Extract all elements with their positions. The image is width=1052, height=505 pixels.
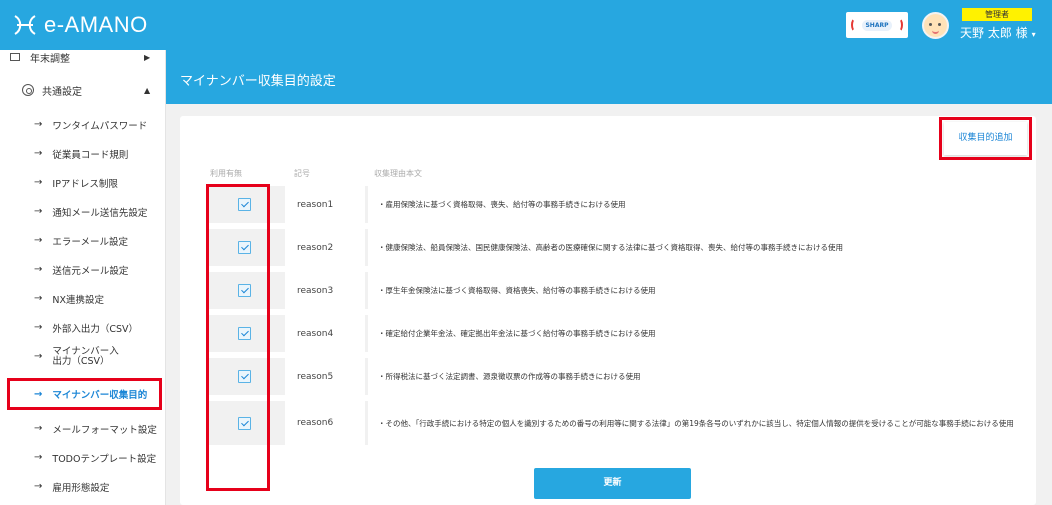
gear-icon	[22, 84, 34, 96]
sidebar-item-mynumber-purpose[interactable]: → マイナンバー収集目的	[7, 378, 162, 410]
sidebar-item-label: 共通設定	[42, 86, 82, 98]
badge-label: SHARP	[862, 19, 892, 31]
arrow-right-icon: →	[34, 206, 43, 217]
sidebar-item-label: 従業員コード規則	[52, 149, 129, 161]
logo-icon	[14, 15, 36, 35]
arrow-right-icon: →	[34, 148, 43, 159]
reason-code: reason5	[285, 358, 365, 395]
sidebar-item-notify-mail[interactable]: → 通知メール送信先設定	[0, 197, 165, 226]
table-row: reason6 ・その他、「行政手続における特定の個人を識別するための番号の利用…	[207, 401, 1027, 445]
sidebar-item-external-io[interactable]: → 外部入出力（CSV）	[0, 313, 165, 342]
sidebar-item-mynumber-io[interactable]: → マイナンバー入出力（CSV）	[0, 342, 165, 371]
table-row: reason2 ・健康保険法、船員保険法、国民健康保険法、高齢者の医療確保に関す…	[207, 229, 1027, 266]
reason-text: ・確定給付企業年金法、確定拠出年金法に基づく給付等の事務手続きにおける使用	[368, 315, 1027, 352]
column-header-code: 記号	[294, 169, 310, 178]
sidebar-item-employee-code[interactable]: → 従業員コード規則	[0, 139, 165, 168]
arrow-right-icon: →	[34, 423, 43, 434]
reason-code: reason3	[285, 272, 365, 309]
reason-code: reason4	[285, 315, 365, 352]
column-header-use: 利用有無	[210, 169, 242, 178]
sidebar-item-todo-template[interactable]: → TODOテンプレート設定	[0, 443, 165, 472]
reason-text: ・厚生年金保険法に基づく資格取得、資格喪失、給付等の事務手続きにおける使用	[368, 272, 1027, 309]
arrow-right-icon: →	[34, 293, 43, 304]
user-name: 天野 太郎 様	[960, 26, 1028, 40]
sidebar-item-employment-type[interactable]: → 雇用形態設定	[0, 472, 165, 501]
sidebar-item-error-mail[interactable]: → エラーメール設定	[0, 226, 165, 255]
sidebar-item-label: 雇用形態設定	[52, 482, 110, 494]
sidebar-item-year-end[interactable]: 年末調整 ▶	[0, 50, 165, 65]
reason-code: reason2	[285, 229, 365, 266]
sidebar-item-label: 送信元メール設定	[52, 265, 129, 277]
page-title-bar: マイナンバー収集目的設定	[166, 50, 1052, 104]
sidebar-item-label: 外部入出力（CSV）	[52, 323, 139, 335]
signal-right-icon	[895, 18, 903, 32]
sidebar-item-label: メールフォーマット設定	[52, 424, 157, 436]
sidebar-item-label: マイナンバー入出力（CSV）	[52, 345, 119, 367]
sidebar-item-label: マイナンバー収集目的	[52, 390, 148, 401]
table-row: reason1 ・雇用保険法に基づく資格取得、喪失、給付等の事務手続きにおける使…	[207, 186, 1027, 223]
signal-left-icon	[851, 18, 859, 32]
calendar-icon	[10, 53, 20, 61]
reason-text: ・雇用保険法に基づく資格取得、喪失、給付等の事務手続きにおける使用	[368, 186, 1027, 223]
reason-code: reason6	[285, 401, 365, 445]
sidebar-item-onetime-password[interactable]: → ワンタイムパスワード	[0, 110, 165, 139]
partner-badge[interactable]: SHARP	[846, 12, 908, 38]
user-menu[interactable]: 天野 太郎 様 ▾	[960, 24, 1036, 41]
page-title: マイナンバー収集目的設定	[180, 74, 336, 89]
reason-code: reason1	[285, 186, 365, 223]
reason-text: ・所得税法に基づく法定調書、源泉徴収票の作成等の事務手続きにおける使用	[368, 358, 1027, 395]
highlight-frame	[939, 117, 1032, 160]
sidebar-item-common-settings[interactable]: 共通設定 ▲	[0, 78, 165, 102]
arrow-right-icon: →	[34, 119, 43, 130]
main-content: マイナンバー収集目的設定 収集目的追加 利用有無 記号 収集理由本文 reaso…	[166, 50, 1052, 505]
sidebar-item-label: IPアドレス制限	[52, 178, 118, 190]
table-row: reason5 ・所得税法に基づく法定調書、源泉徴収票の作成等の事務手続きにおけ…	[207, 358, 1027, 395]
arrow-right-icon: →	[34, 177, 43, 188]
table-row: reason4 ・確定給付企業年金法、確定拠出年金法に基づく給付等の事務手続きに…	[207, 315, 1027, 352]
sidebar-item-mail-format[interactable]: → メールフォーマット設定	[0, 414, 165, 443]
sidebar-item-label: ワンタイムパスワード	[52, 120, 148, 132]
highlight-frame	[206, 184, 270, 491]
arrow-right-icon: →	[34, 481, 43, 492]
update-button[interactable]: 更新	[534, 468, 691, 499]
top-header: e-AMANO SHARP 管理者 天野 太郎 様 ▾	[0, 0, 1052, 50]
chevron-down-icon: ▾	[1031, 30, 1036, 39]
caret-up-icon: ▲	[144, 85, 151, 95]
sidebar-item-label: 通知メール送信先設定	[52, 207, 148, 219]
arrow-right-icon: →	[34, 264, 43, 275]
arrow-right-icon: →	[34, 322, 43, 333]
caret-right-icon: ▶	[144, 52, 151, 62]
sidebar: 年末調整 ▶ 共通設定 ▲ → ワンタイムパスワード → 従業員コード規則 → IPア…	[0, 50, 166, 505]
app-logo[interactable]: e-AMANO	[12, 8, 148, 42]
role-badge: 管理者	[962, 8, 1032, 21]
sidebar-item-label: NX連携設定	[52, 294, 105, 306]
sidebar-item-label: 年末調整	[30, 53, 70, 65]
arrow-right-icon: →	[34, 350, 43, 362]
avatar[interactable]	[922, 12, 949, 39]
sidebar-item-nx-link[interactable]: → NX連携設定	[0, 284, 165, 313]
arrow-right-icon: →	[34, 452, 43, 463]
logo-text: e-AMANO	[44, 12, 148, 37]
reason-text: ・その他、「行政手続における特定の個人を識別するための番号の利用等に関する法律」…	[368, 401, 1027, 445]
sidebar-item-sender-mail[interactable]: → 送信元メール設定	[0, 255, 165, 284]
sidebar-item-label: エラーメール設定	[52, 236, 129, 248]
sidebar-item-label: TODOテンプレート設定	[52, 453, 157, 465]
column-header-reason: 収集理由本文	[374, 169, 422, 178]
arrow-right-icon: →	[34, 235, 43, 246]
arrow-right-icon: →	[34, 388, 43, 400]
table-row: reason3 ・厚生年金保険法に基づく資格取得、資格喪失、給付等の事務手続きに…	[207, 272, 1027, 309]
sidebar-item-ip-restriction[interactable]: → IPアドレス制限	[0, 168, 165, 197]
reason-text: ・健康保険法、船員保険法、国民健康保険法、高齢者の医療確保に関する法律に基づく資…	[368, 229, 1027, 266]
